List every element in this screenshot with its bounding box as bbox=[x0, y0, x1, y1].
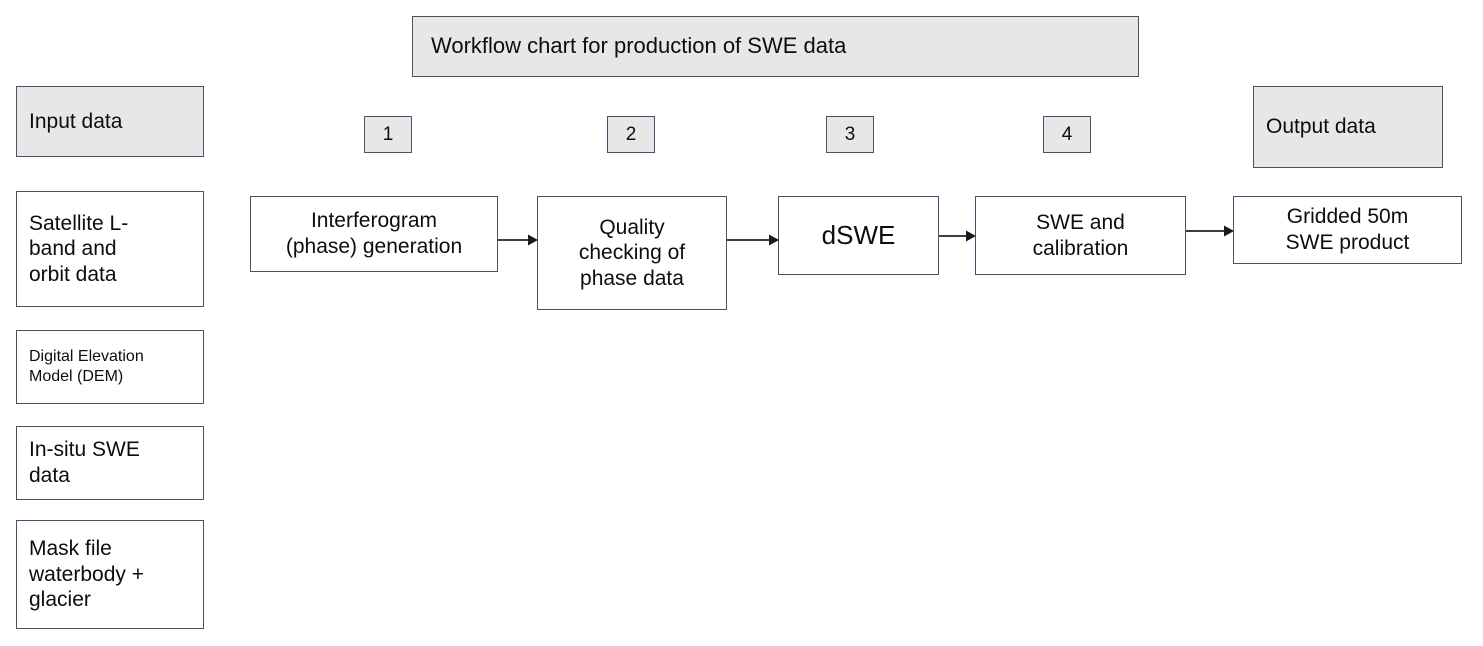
output-box-gridded-swe-product: Gridded 50m SWE product bbox=[1233, 196, 1462, 264]
step-badge-4: 4 bbox=[1043, 116, 1091, 153]
output-box-line2: SWE product bbox=[1285, 231, 1410, 254]
arrow-step2-to-step3 bbox=[727, 233, 779, 247]
process-box-dswe: dSWE bbox=[778, 196, 939, 275]
diagram-title-text: Workflow chart for production of SWE dat… bbox=[431, 33, 847, 59]
process-box-1-line2: (phase) generation bbox=[285, 235, 463, 258]
step-badge-4-label: 4 bbox=[1061, 123, 1073, 145]
input-box-mask-file: Mask file waterbody + glacier bbox=[16, 520, 204, 629]
step-badge-1: 1 bbox=[364, 116, 412, 153]
process-box-3-line1: dSWE bbox=[821, 219, 896, 250]
input-box-satellite-data-line3: orbit data bbox=[29, 262, 117, 286]
step-badge-2-label: 2 bbox=[625, 123, 637, 145]
diagram-title: Workflow chart for production of SWE dat… bbox=[412, 16, 1139, 77]
output-box-line1: Gridded 50m bbox=[1286, 205, 1409, 229]
step-badge-3-label: 3 bbox=[844, 123, 856, 145]
input-box-in-situ-swe-line2: data bbox=[29, 464, 70, 487]
process-box-2-line3: phase data bbox=[580, 266, 684, 290]
column-header-output-data-label: Output data bbox=[1266, 115, 1376, 139]
input-box-satellite-data-line1: Satellite L- bbox=[29, 211, 129, 235]
column-header-input-data-label: Input data bbox=[29, 109, 123, 133]
workflow-diagram-canvas: Workflow chart for production of SWE dat… bbox=[0, 0, 1483, 646]
column-header-input-data: Input data bbox=[16, 86, 204, 157]
input-box-in-situ-swe-line1: In-situ SWE bbox=[29, 438, 140, 462]
step-badge-2: 2 bbox=[607, 116, 655, 153]
arrow-step4-to-output bbox=[1186, 224, 1234, 238]
process-box-4-line1: SWE and bbox=[1036, 210, 1125, 234]
input-box-dem-line1: Digital Elevation bbox=[29, 348, 144, 366]
input-box-satellite-data-line2: band and bbox=[29, 237, 117, 261]
input-box-mask-file-line1: Mask file bbox=[29, 537, 112, 561]
arrow-step1-to-step2 bbox=[498, 233, 538, 247]
process-box-quality-checking: Quality checking of phase data bbox=[537, 196, 727, 310]
input-box-dem-line2: Model (DEM) bbox=[29, 368, 124, 385]
column-header-output-data: Output data bbox=[1253, 86, 1443, 168]
input-box-dem: Digital Elevation Model (DEM) bbox=[16, 330, 204, 404]
process-box-4-line2: calibration bbox=[1032, 236, 1129, 260]
input-box-in-situ-swe: In-situ SWE data bbox=[16, 426, 204, 500]
process-box-swe-calibration: SWE and calibration bbox=[975, 196, 1186, 275]
process-box-2-line1: Quality bbox=[599, 215, 665, 239]
input-box-satellite-data: Satellite L- band and orbit data bbox=[16, 191, 204, 307]
input-box-mask-file-line3: glacier bbox=[29, 588, 91, 612]
process-box-2-line2: checking of bbox=[578, 241, 686, 265]
process-box-1-line1: Interferogram bbox=[310, 209, 438, 233]
input-box-mask-file-line2: waterbody + bbox=[29, 562, 144, 586]
step-badge-3: 3 bbox=[826, 116, 874, 153]
step-badge-1-label: 1 bbox=[382, 123, 394, 145]
arrow-step3-to-step4 bbox=[939, 229, 976, 243]
process-box-interferogram-generation: Interferogram (phase) generation bbox=[250, 196, 498, 272]
